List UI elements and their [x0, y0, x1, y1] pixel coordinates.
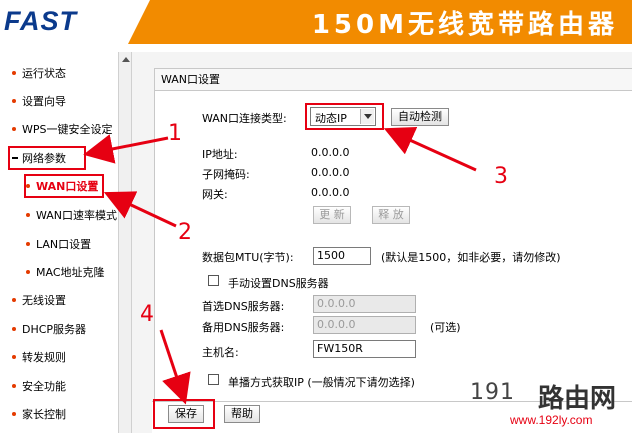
highlight-wan-settings — [24, 174, 104, 198]
sidebar-item-wireless[interactable]: 无线设置 — [12, 291, 66, 311]
sidebar-item-parental[interactable]: 家长控制 — [12, 405, 66, 425]
sidebar-item-wps[interactable]: WPS一键安全设定 — [12, 120, 113, 140]
highlight-conn-type — [305, 103, 384, 130]
annotation-number-4: 4 — [140, 302, 154, 327]
sidebar-item-mac-clone[interactable]: MAC地址克隆 — [26, 263, 105, 283]
mtu-input[interactable]: 1500 — [313, 247, 371, 265]
mtu-label: 数据包MTU(字节): — [202, 251, 294, 264]
unicast-checkbox[interactable] — [208, 374, 219, 385]
bullet-icon — [12, 355, 16, 359]
dns2-input[interactable]: 0.0.0.0 — [313, 316, 416, 334]
conn-type-label: WAN口连接类型: — [202, 112, 287, 125]
panel-title: WAN口设置 — [155, 69, 632, 91]
watermark-url: www.192ly.com — [510, 413, 593, 427]
product-title: 150M无线宽带路由器 — [311, 10, 618, 40]
sidebar-item-forwarding[interactable]: 转发规则 — [12, 348, 66, 368]
sidebar-item-wan-speed[interactable]: WAN口速率模式 — [26, 206, 117, 226]
gateway-label: 网关: — [202, 188, 228, 201]
bullet-icon — [26, 242, 30, 246]
bullet-icon — [12, 99, 16, 103]
watermark-text: 路由网 — [538, 384, 617, 414]
bullet-icon — [12, 412, 16, 416]
renew-button[interactable]: 更 新 — [313, 206, 351, 224]
dns2-label: 备用DNS服务器: — [202, 321, 285, 334]
watermark: 191 路由网 www.192ly.com — [470, 380, 630, 430]
sidebar-item-security[interactable]: 安全功能 — [12, 377, 66, 397]
dns1-label: 首选DNS服务器: — [202, 300, 285, 313]
dns1-input[interactable]: 0.0.0.0 — [313, 295, 416, 313]
header-bar: FAST 150M无线宽带路由器 — [0, 0, 632, 44]
sidebar-item-status[interactable]: 运行状态 — [12, 64, 66, 84]
gateway-value: 0.0.0.0 — [311, 186, 350, 199]
bullet-icon — [26, 213, 30, 217]
auto-detect-button[interactable]: 自动检测 — [391, 108, 449, 126]
sidebar-item-dhcp[interactable]: DHCP服务器 — [12, 320, 86, 340]
brand-logo: FAST — [4, 6, 78, 36]
dns2-hint: (可选) — [430, 321, 461, 334]
ip-value: 0.0.0.0 — [311, 146, 350, 159]
help-button[interactable]: 帮助 — [224, 405, 260, 423]
bullet-icon — [12, 384, 16, 388]
ip-label: IP地址: — [202, 148, 238, 161]
manual-dns-label: 手动设置DNS服务器 — [228, 277, 329, 290]
annotation-number-2: 2 — [178, 220, 192, 245]
watermark-number: 191 — [470, 380, 515, 405]
hostname-input[interactable]: FW150R — [313, 340, 416, 358]
header-title-area: 150M无线宽带路由器 — [128, 0, 632, 44]
sidebar-menu: 运行状态 设置向导 WPS一键安全设定 网络参数 WAN口设置 WAN口速率模式… — [0, 52, 118, 433]
mask-value: 0.0.0.0 — [311, 166, 350, 179]
manual-dns-checkbox[interactable] — [208, 275, 219, 286]
bullet-icon — [12, 327, 16, 331]
hostname-label: 主机名: — [202, 346, 239, 359]
annotation-number-1: 1 — [168, 121, 182, 146]
mtu-hint: (默认是1500，如非必要，请勿修改) — [381, 251, 561, 264]
unicast-label: 单播方式获取IP (一般情况下请勿选择) — [228, 376, 415, 389]
highlight-save — [153, 399, 215, 429]
highlight-network — [8, 146, 86, 170]
scroll-up-icon[interactable] — [120, 54, 131, 65]
bullet-icon — [12, 127, 16, 131]
bullet-icon — [26, 270, 30, 274]
sidebar-item-lan-settings[interactable]: LAN口设置 — [26, 235, 91, 255]
mask-label: 子网掩码: — [202, 168, 250, 181]
bullet-icon — [12, 298, 16, 302]
bullet-icon — [12, 71, 16, 75]
annotation-number-3: 3 — [494, 164, 508, 189]
sidebar-item-wizard[interactable]: 设置向导 — [12, 92, 66, 112]
release-button[interactable]: 释 放 — [372, 206, 410, 224]
sidebar-scrollbar[interactable] — [118, 52, 132, 433]
